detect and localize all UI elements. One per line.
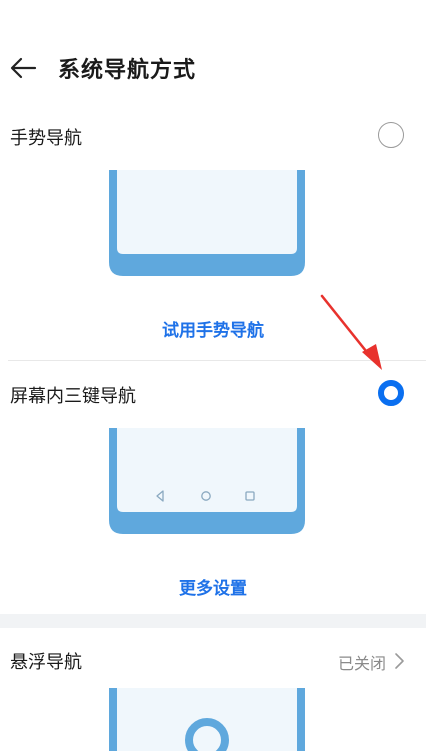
header: 系统导航方式 <box>0 40 426 96</box>
option-label: 手势导航 <box>10 128 82 149</box>
option-gesture-navigation[interactable]: 手势导航 <box>0 112 426 160</box>
floating-nav-preview <box>107 688 307 751</box>
chevron-right-icon <box>395 653 404 669</box>
gesture-nav-preview <box>107 170 307 278</box>
divider <box>8 360 426 361</box>
option-three-key-navigation[interactable]: 屏幕内三键导航 <box>0 370 426 418</box>
page-title: 系统导航方式 <box>58 58 197 83</box>
floating-navigation-status: 已关闭 <box>337 654 386 673</box>
back-arrow-icon[interactable] <box>8 54 38 82</box>
radio-gesture-navigation[interactable] <box>378 122 404 148</box>
three-key-nav-preview <box>107 428 307 536</box>
option-label: 屏幕内三键导航 <box>10 386 136 407</box>
floating-navigation-row[interactable]: 悬浮导航 已关闭 <box>0 640 426 684</box>
floating-navigation-label: 悬浮导航 <box>10 652 82 673</box>
screen: 系统导航方式 手势导航 试用手势导航 屏幕内三键导航 更多设置 悬浮导航 已关闭 <box>0 0 426 751</box>
try-gesture-navigation-link[interactable]: 试用手势导航 <box>0 316 426 341</box>
more-settings-link[interactable]: 更多设置 <box>0 574 426 599</box>
section-gap <box>0 614 426 628</box>
radio-three-key-navigation[interactable] <box>378 380 404 406</box>
